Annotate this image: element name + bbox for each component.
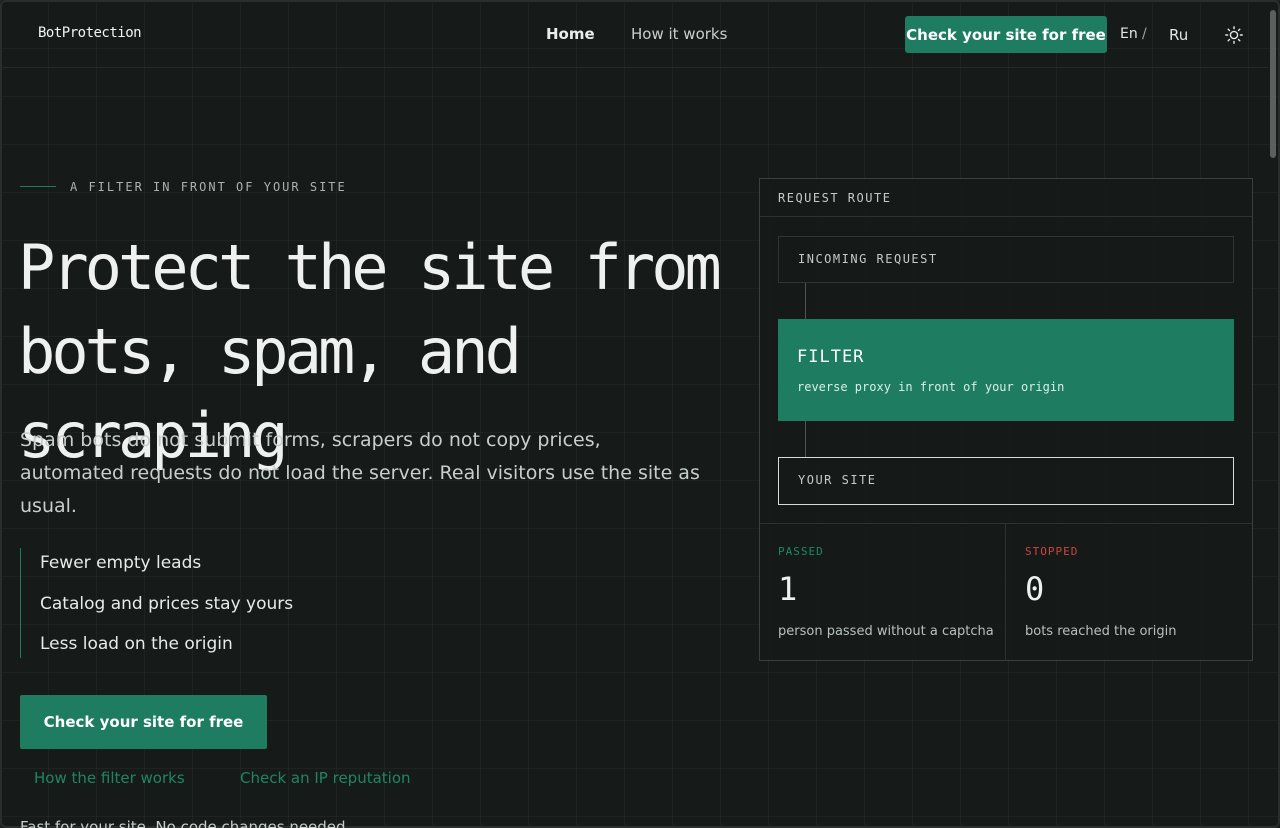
- passed-description: person passed without a captcha: [778, 624, 994, 639]
- stats-divider: [1005, 524, 1006, 661]
- eyebrow-rule: [20, 186, 56, 187]
- list-item: Fewer empty leads: [40, 553, 202, 573]
- stopped-description: bots reached the origin: [1025, 624, 1177, 639]
- stopped-label: STOPPED: [1025, 545, 1079, 558]
- route-stats: PASSED 1 person passed without a captcha…: [760, 523, 1252, 661]
- route-connector: [805, 283, 806, 319]
- benefit-list: Fewer empty leads Catalog and prices sta…: [20, 548, 380, 658]
- lang-en[interactable]: En: [1120, 26, 1138, 42]
- your-site-node: YOUR SITE: [778, 457, 1234, 505]
- incoming-request-label: INCOMING REQUEST: [798, 252, 938, 266]
- hero-eyebrow: A FILTER IN FRONT OF YOUR SITE: [70, 180, 347, 194]
- filter-description: reverse proxy in front of your origin: [797, 380, 1065, 394]
- panel-header: REQUEST ROUTE: [760, 179, 1252, 217]
- filter-node: FILTER reverse proxy in front of your or…: [778, 319, 1234, 421]
- request-route-panel: REQUEST ROUTE INCOMING REQUEST FILTER re…: [759, 178, 1253, 661]
- list-item: Catalog and prices stay yours: [40, 593, 294, 614]
- stopped-count: 0: [1025, 570, 1045, 608]
- site-header: BotProtection Home How it works Check yo…: [2, 2, 1268, 68]
- nav-how-it-works[interactable]: How it works: [631, 25, 727, 43]
- logo[interactable]: BotProtection: [38, 25, 142, 41]
- how-filter-works-link[interactable]: How the filter works: [34, 769, 185, 787]
- header-check-site-button[interactable]: Check your site for free: [905, 16, 1107, 53]
- hero-footnote: Fast for your site. No code changes need…: [20, 818, 351, 828]
- hero-title-line-1: Protect the site from: [18, 231, 722, 304]
- incoming-request-node: INCOMING REQUEST: [778, 236, 1234, 283]
- check-ip-reputation-link[interactable]: Check an IP reputation: [240, 769, 411, 787]
- sun-icon[interactable]: [1224, 25, 1244, 45]
- passed-count: 1: [778, 570, 798, 608]
- your-site-label: YOUR SITE: [798, 473, 877, 487]
- hero-lead: Spam bots do not submit forms, scrapers …: [20, 429, 700, 517]
- lang-ru[interactable]: Ru: [1169, 26, 1188, 44]
- list-item: Less load on the origin: [40, 634, 233, 654]
- filter-label: FILTER: [797, 347, 865, 367]
- panel-title: REQUEST ROUTE: [778, 191, 892, 205]
- lang-separator: /: [1142, 26, 1147, 42]
- scrollbar-thumb[interactable]: [1270, 10, 1276, 158]
- route-connector: [805, 421, 806, 457]
- nav-home[interactable]: Home: [546, 25, 595, 43]
- hero-check-site-button[interactable]: Check your site for free: [20, 695, 267, 749]
- scrollbar[interactable]: [1268, 2, 1278, 826]
- passed-label: PASSED: [778, 545, 824, 558]
